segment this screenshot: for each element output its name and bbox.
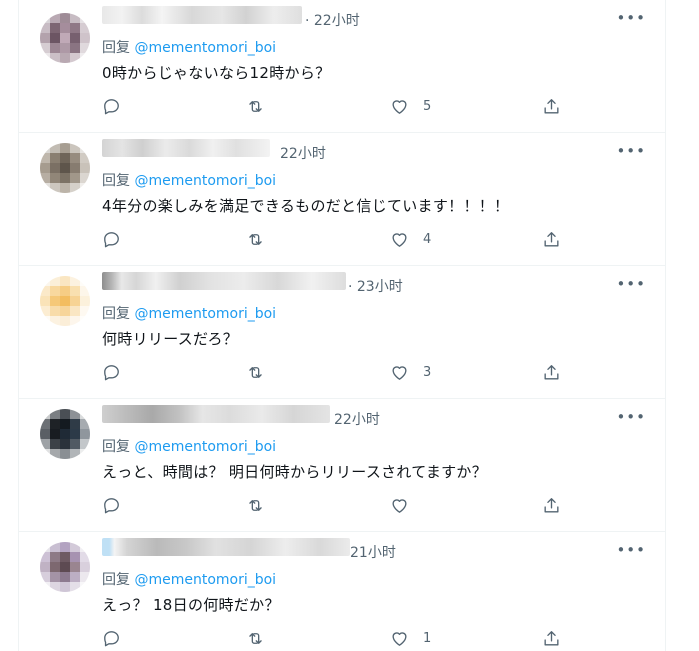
reply-icon — [104, 98, 119, 114]
reply-button[interactable] — [102, 627, 121, 649]
timestamp[interactable]: · 22小时 — [305, 10, 360, 30]
mention-link[interactable]: @mementomori_boi — [134, 40, 276, 56]
reply-button[interactable] — [102, 494, 121, 516]
reply-tweet[interactable]: · 23小时 ••• 回复 @mementomori_boi 何時リリースだろ？… — [18, 266, 666, 399]
reply-icon — [104, 231, 119, 247]
display-name-blurred[interactable] — [102, 405, 330, 423]
action-bar: 3 — [102, 361, 562, 383]
like-icon — [392, 232, 407, 247]
retweet-button[interactable] — [246, 95, 265, 117]
action-bar: 4 — [102, 228, 562, 250]
more-icon[interactable]: ••• — [616, 541, 646, 559]
like-count: 1 — [423, 630, 432, 646]
like-button[interactable]: 5 — [390, 95, 431, 117]
more-icon[interactable]: ••• — [616, 408, 646, 426]
retweet-button[interactable] — [246, 627, 265, 649]
retweet-button[interactable] — [246, 361, 265, 383]
replying-to: 回复 @mementomori_boi — [102, 303, 276, 323]
retweet-icon — [249, 366, 262, 378]
reply-icon — [104, 364, 119, 380]
reply-tweet[interactable]: 22小时 ••• 回复 @mementomori_boi えっと、時間は？ 明日… — [18, 399, 666, 532]
reply-label: 回复 — [102, 572, 130, 588]
replying-to: 回复 @mementomori_boi — [102, 170, 276, 190]
display-name-blurred[interactable] — [102, 272, 346, 290]
mention-link[interactable]: @mementomori_boi — [134, 572, 276, 588]
reply-tweet[interactable]: · 22小时 ••• 回复 @mementomori_boi 0時からじゃないな… — [18, 0, 666, 133]
display-name-blurred[interactable] — [102, 139, 270, 157]
avatar[interactable] — [40, 143, 90, 193]
replying-to: 回复 @mementomori_boi — [102, 569, 276, 589]
like-icon — [392, 498, 407, 513]
share-icon — [544, 364, 559, 380]
share-button[interactable] — [542, 95, 561, 117]
tweet-text: 0時からじゃないなら12時から？ — [102, 64, 331, 82]
more-icon[interactable]: ••• — [616, 142, 646, 160]
tweet-text: えっ？ 18日の何時だか？ — [102, 596, 280, 614]
like-count: 4 — [423, 231, 432, 247]
reply-label: 回复 — [102, 439, 130, 455]
share-button[interactable] — [542, 494, 561, 516]
reply-label: 回复 — [102, 173, 130, 189]
display-name-blurred[interactable] — [102, 538, 350, 556]
reply-label: 回复 — [102, 306, 130, 322]
timestamp[interactable]: 22小时 — [334, 409, 380, 429]
action-bar: 5 — [102, 95, 562, 117]
retweet-icon — [249, 499, 262, 511]
like-count: 3 — [423, 364, 432, 380]
avatar[interactable] — [40, 409, 90, 459]
reply-icon — [104, 497, 119, 513]
share-icon — [544, 231, 559, 247]
reply-label: 回复 — [102, 40, 130, 56]
reply-icon — [104, 630, 119, 646]
like-button[interactable]: 3 — [390, 361, 431, 383]
mention-link[interactable]: @mementomori_boi — [134, 306, 276, 322]
avatar[interactable] — [40, 542, 90, 592]
tweet-text: 4年分の楽しみを満足できるものだと信じています！！！！ — [102, 197, 510, 215]
action-bar — [102, 494, 562, 516]
replying-to: 回复 @mementomori_boi — [102, 37, 276, 57]
timestamp[interactable]: · 23小时 — [348, 276, 403, 296]
share-icon — [544, 630, 559, 646]
retweet-icon — [249, 632, 262, 644]
retweet-button[interactable] — [246, 228, 265, 250]
retweet-icon — [249, 233, 262, 245]
like-button[interactable]: 1 — [390, 627, 431, 649]
like-count: 5 — [423, 98, 432, 114]
tweet-text: 何時リリースだろ？ — [102, 330, 239, 348]
retweet-button[interactable] — [246, 494, 265, 516]
more-icon[interactable]: ••• — [616, 275, 646, 293]
reply-button[interactable] — [102, 361, 121, 383]
retweet-icon — [249, 100, 262, 112]
share-button[interactable] — [542, 627, 561, 649]
share-icon — [544, 98, 559, 114]
reply-tweet[interactable]: 22小时 ••• 回复 @mementomori_boi 4年分の楽しみを満足で… — [18, 133, 666, 266]
more-icon[interactable]: ••• — [616, 9, 646, 27]
timestamp[interactable]: 21小时 — [350, 542, 396, 562]
like-button[interactable] — [390, 494, 423, 516]
share-icon — [544, 497, 559, 513]
avatar[interactable] — [40, 276, 90, 326]
avatar[interactable] — [40, 13, 90, 63]
mention-link[interactable]: @mementomori_boi — [134, 173, 276, 189]
reply-tweet[interactable]: 21小时 ••• 回复 @mementomori_boi えっ？ 18日の何時だ… — [18, 532, 666, 651]
like-icon — [392, 99, 407, 114]
like-icon — [392, 631, 407, 646]
share-button[interactable] — [542, 228, 561, 250]
reply-button[interactable] — [102, 95, 121, 117]
action-bar: 1 — [102, 627, 562, 649]
display-name-blurred[interactable] — [102, 6, 302, 24]
reply-button[interactable] — [102, 228, 121, 250]
replying-to: 回复 @mementomori_boi — [102, 436, 276, 456]
tweet-text: えっと、時間は？ 明日何時からリリースされてますか？ — [102, 463, 488, 481]
mention-link[interactable]: @mementomori_boi — [134, 439, 276, 455]
share-button[interactable] — [542, 361, 561, 383]
like-button[interactable]: 4 — [390, 228, 431, 250]
timestamp[interactable]: 22小时 — [280, 143, 326, 163]
like-icon — [392, 365, 407, 380]
